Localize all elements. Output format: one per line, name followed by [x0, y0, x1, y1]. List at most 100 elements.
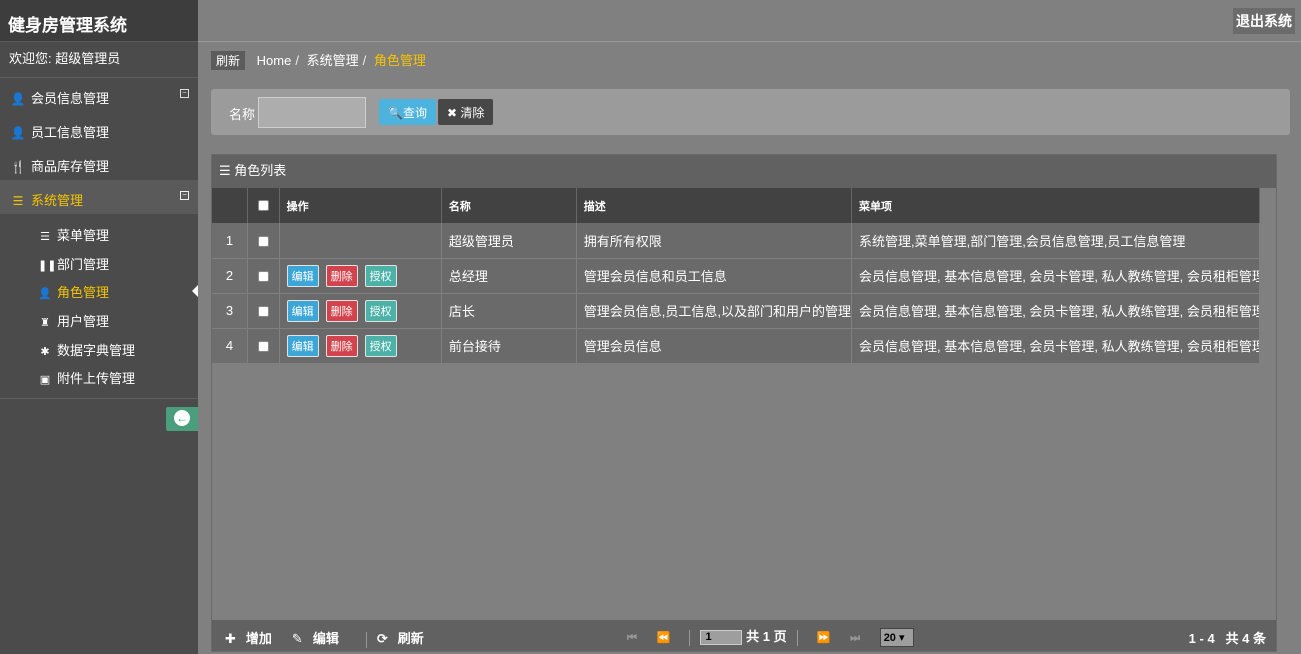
row-menus-cell: 会员信息管理, 基本信息管理, 会员卡管理, 私人教练管理, 会员租柜管理,: [851, 258, 1261, 294]
add-label: 增加: [245, 631, 272, 646]
collapse-icon[interactable]: −: [180, 191, 189, 200]
sidebar-subitem-5[interactable]: ▣ 附件上传管理: [0, 363, 198, 392]
prev-page-icon[interactable]: ⏪: [657, 631, 671, 644]
last-page-icon[interactable]: ⏭: [850, 632, 860, 645]
row-delete-button[interactable]: 删除: [325, 334, 358, 357]
cutlery-icon: 🍴: [10, 160, 26, 174]
row-delete-button[interactable]: 删除: [325, 299, 358, 322]
footer-divider: [365, 631, 367, 648]
breadcrumb-separator: /: [295, 53, 299, 68]
breadcrumb-home[interactable]: Home: [257, 53, 292, 68]
record-range: 1 - 4: [1188, 631, 1215, 646]
clear-button-label: 清除: [460, 106, 485, 120]
sidebar: 健身房管理系统 欢迎您: 超级管理员 👤 会员信息管理 − 👤 员工信息管理 🍴 商品库存管…: [0, 0, 198, 654]
refresh-tab-button[interactable]: 刷新: [211, 51, 246, 70]
grid-title-text: 角色列表: [234, 163, 287, 178]
sidebar-subitem-4[interactable]: ✱ 数据字典管理: [0, 335, 198, 364]
table-row[interactable]: 1 超级管理员 拥有所有权限 系统管理,菜单管理,部门管理,会员信息管理,员工信息管理: [212, 223, 1261, 259]
next-page-icon[interactable]: ⏩: [817, 631, 831, 644]
sidebar-subitem-label: 数据字典管理: [57, 342, 136, 358]
row-name: 店长: [441, 293, 577, 329]
rownum-header: [212, 188, 248, 223]
sidebar-subitem-label: 用户管理: [57, 314, 110, 330]
page-number-input[interactable]: 1: [700, 630, 743, 646]
row-name: 超级管理员: [441, 223, 577, 259]
row-select-cell[interactable]: [247, 223, 280, 259]
welcome-text: 欢迎您: 超级管理员: [0, 42, 198, 78]
breadcrumb-current: 角色管理: [373, 53, 426, 68]
pause-icon: ❚❚: [38, 259, 57, 272]
briefcase-icon: ▣: [39, 374, 51, 387]
sidebar-item-label: 会员信息管理: [31, 91, 110, 106]
row-edit-button[interactable]: 编辑: [286, 299, 319, 322]
column-header-name[interactable]: 名称: [441, 188, 577, 223]
first-page-icon[interactable]: ⏮: [627, 632, 637, 645]
clear-button[interactable]: ✖ 清除: [438, 99, 494, 125]
row-select-cell[interactable]: [247, 258, 280, 294]
select-all-checkbox[interactable]: [257, 200, 269, 212]
row-checkbox[interactable]: [257, 271, 269, 283]
search-panel: 名称 🔍查询 ✖ 清除: [211, 89, 1290, 135]
refresh-button[interactable]: ⟳ 刷新: [377, 631, 434, 646]
row-delete-button[interactable]: 删除: [325, 264, 358, 287]
row-menus-cell: 会员信息管理, 基本信息管理, 会员卡管理, 私人教练管理, 会员租柜管理,: [851, 293, 1261, 329]
add-button[interactable]: ✚ 增加: [225, 631, 282, 646]
sidebar-item-0[interactable]: 👤 会员信息管理 −: [0, 78, 198, 112]
row-select-cell[interactable]: [247, 293, 280, 329]
user-icon: 👤: [38, 288, 52, 301]
row-desc: 拥有所有权限: [576, 223, 852, 259]
row-checkbox[interactable]: [257, 235, 269, 247]
table-row[interactable]: 3 编辑 删除 授权 店长 管理会员信息,员工信息,以及部门和用户的管理 会员信息管理, 基…: [212, 293, 1261, 329]
edit-label: 编辑: [312, 631, 339, 646]
close-icon: ✖: [447, 106, 458, 120]
sidebar-item-2[interactable]: 🍴 商品库存管理: [0, 146, 198, 180]
sidebar-subitem-1[interactable]: ❚❚部门管理: [0, 249, 198, 278]
row-edit-button[interactable]: 编辑: [286, 334, 319, 357]
sidebar-item-3[interactable]: ☰ 系统管理 −: [0, 180, 198, 214]
sidebar-item-1[interactable]: 👤 员工信息管理: [0, 112, 198, 146]
row-name: 前台接待: [441, 328, 577, 364]
table-row[interactable]: 4 编辑 删除 授权 前台接待 管理会员信息 会员信息管理, 基本信息管理, 会员卡管理, …: [212, 328, 1261, 364]
sidebar-subitem-2[interactable]: 👤 角色管理: [0, 277, 198, 306]
edit-icon: ✎: [291, 631, 303, 646]
list-icon: ☰: [219, 163, 231, 178]
sidebar-submenu: ☰ 菜单管理 ❚❚部门管理 👤 角色管理 ♜ 用户管理 ✱ 数据字典管理 ▣ 附件上传管理: [0, 214, 198, 400]
row-auth-button[interactable]: 授权: [364, 334, 397, 357]
page-size-select[interactable]: 20 ▾: [879, 628, 914, 648]
arrow-left-circle-icon: ←: [174, 410, 190, 426]
logout-button[interactable]: 退出系统: [1233, 8, 1295, 34]
sidebar-item-label: 系统管理: [31, 193, 84, 208]
row-auth-button[interactable]: 授权: [364, 299, 397, 322]
search-name-input[interactable]: [258, 97, 366, 128]
header-divider: [198, 41, 1301, 42]
user-icon: 👤: [10, 92, 26, 106]
sidebar-subitem-label: 角色管理: [57, 285, 110, 301]
row-auth-button[interactable]: 授权: [364, 264, 397, 287]
row-checkbox[interactable]: [257, 306, 269, 318]
pagination: ⏮ ⏪ 1 共 1 页 ⏩ ⏭ 20 ▾: [619, 626, 914, 648]
row-checkbox[interactable]: [257, 341, 269, 353]
column-header-desc[interactable]: 描述: [576, 188, 852, 223]
sidebar-subitem-3[interactable]: ♜ 用户管理: [0, 306, 198, 335]
search-name-label: 名称: [229, 107, 256, 122]
sidebar-collapse-button[interactable]: ←: [166, 407, 198, 431]
table-row[interactable]: 2 编辑 删除 授权 总经理 管理会员信息和员工信息 会员信息管理, 基本信息管理, 会员卡…: [212, 258, 1261, 294]
collapse-icon[interactable]: −: [180, 89, 189, 98]
edit-button[interactable]: ✎ 编辑: [292, 631, 349, 646]
breadcrumb-system[interactable]: 系统管理: [307, 53, 359, 68]
query-button[interactable]: 🔍查询: [379, 99, 436, 125]
table-header-row: 操作 名称 描述 菜单项: [212, 188, 1261, 223]
breadcrumb-separator: /: [362, 53, 367, 68]
column-header-menus[interactable]: 菜单项: [851, 188, 1261, 223]
breadcrumb: 刷新 Home / 系统管理 / 角色管理: [211, 50, 426, 70]
row-name: 总经理: [441, 258, 577, 294]
plus-icon: ✚: [225, 631, 236, 646]
search-icon: 🔍: [388, 106, 403, 120]
row-number: 3: [212, 293, 248, 329]
row-select-cell[interactable]: [247, 328, 280, 364]
row-edit-button[interactable]: 编辑: [286, 264, 319, 287]
app-title: 健身房管理系统: [0, 0, 198, 42]
sidebar-subitem-0[interactable]: ☰ 菜单管理: [0, 220, 198, 249]
select-all-header[interactable]: [247, 188, 280, 223]
column-header-ops[interactable]: 操作: [279, 188, 442, 223]
